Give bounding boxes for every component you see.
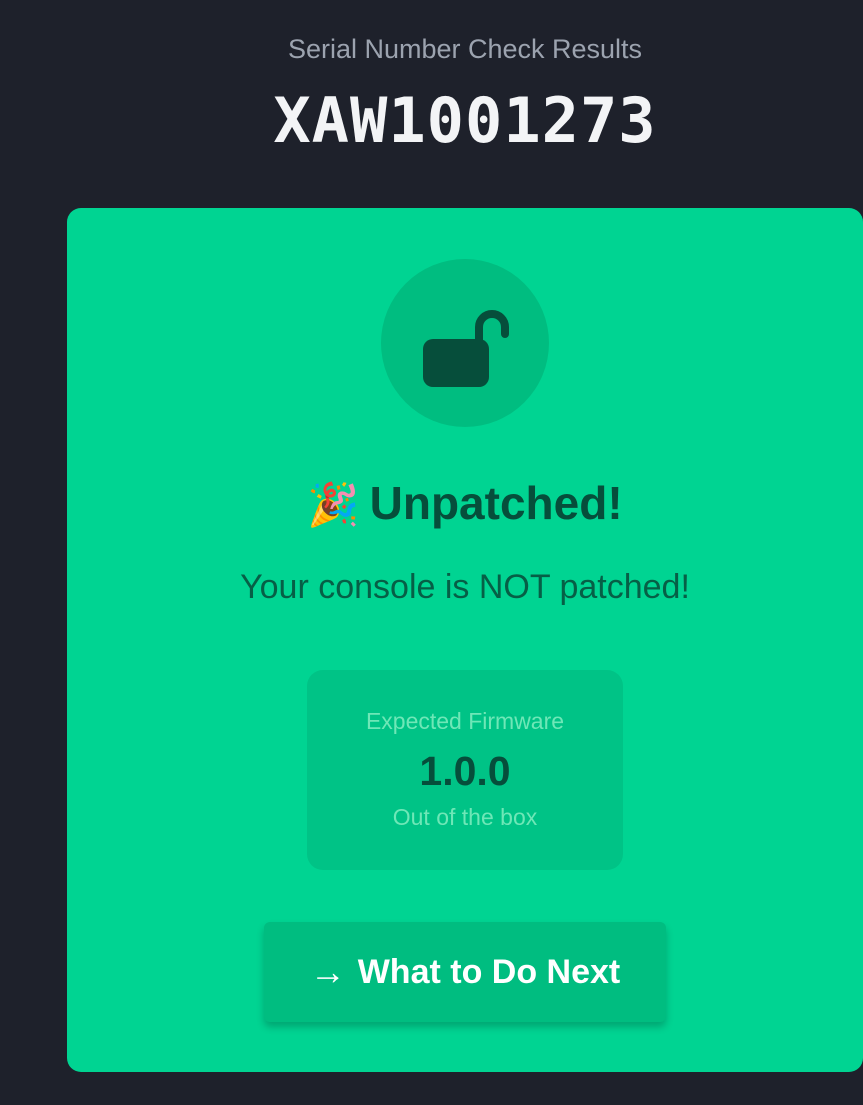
status-title: 🎉 Unpatched! [67,476,863,530]
firmware-label: Expected Firmware [365,708,565,734]
status-description: Your console is NOT patched! [240,568,690,606]
firmware-info-box: Expected Firmware 1.0.0 Out of the box [307,670,623,870]
page: Serial Number Check Results XAW1001273 🎉… [0,0,863,1105]
serial-number: XAW1001273 [273,84,657,157]
next-button-label: What to Do Next [357,952,621,991]
page-subtitle: Serial Number Check Results [287,34,643,64]
party-popper-icon: 🎉 [307,481,360,528]
arrow-right-icon: → [309,951,346,992]
result-card: 🎉 Unpatched! Your console is NOT patched!… [67,208,863,1072]
lock-icon-badge [381,259,549,427]
status-title-text: Unpatched! [369,477,623,529]
firmware-version: 1.0.0 [419,748,511,794]
what-to-do-next-button[interactable]: → What to Do Next [264,922,666,1022]
unlocked-padlock-icon [423,310,509,387]
firmware-note: Out of the box [392,804,538,830]
